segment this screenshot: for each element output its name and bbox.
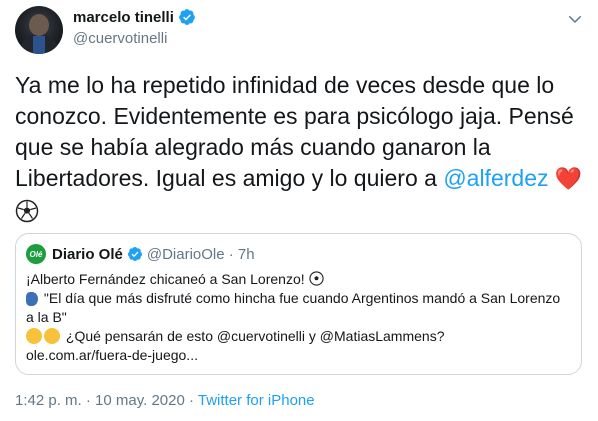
soccer-ball-icon — [308, 271, 324, 286]
author-name-row[interactable]: marcelo tinelli — [73, 8, 196, 26]
ole-logo: Olé — [26, 244, 46, 264]
quoted-line-3: ¿Qué pensarán de esto @cuervotinelli y @… — [26, 327, 571, 346]
quoted-line-1: ¡Alberto Fernández chicaneó a San Lorenz… — [26, 270, 571, 289]
author-display-name[interactable]: marcelo tinelli — [73, 9, 174, 26]
source-link[interactable]: Twitter for iPhone — [198, 392, 315, 409]
thinking-face-icon — [26, 328, 42, 344]
quoted-display-name[interactable]: Diario Olé — [52, 246, 123, 263]
tweet-card: marcelo tinelli @cuervotinelli Ya me lo … — [0, 0, 598, 421]
quoted-line-4[interactable]: ole.com.ar/fuera-de-juego... — [26, 346, 571, 365]
quoted-tweet[interactable]: Olé Diario Olé @DiarioOle · 7h ¡Alberto … — [15, 233, 582, 375]
tweet-meta: 1:42 p. m. · 10 may. 2020 · Twitter for … — [15, 392, 315, 409]
quoted-line-2: "El día que más disfruté como hincha fue… — [26, 290, 561, 325]
quoted-tweet-body: ¡Alberto Fernández chicaneó a San Lorenz… — [26, 270, 571, 365]
verified-badge-icon — [178, 9, 195, 25]
chevron-down-icon[interactable] — [566, 10, 584, 28]
avatar[interactable] — [15, 6, 63, 54]
verified-badge-icon — [127, 247, 142, 261]
soccer-ball-icon — [15, 199, 39, 223]
speaking-head-icon — [26, 292, 38, 306]
mention-link[interactable]: @alferdez — [443, 165, 548, 191]
heart-emoji: ❤️ — [554, 166, 583, 191]
grinning-sweat-face-icon — [44, 328, 60, 344]
quoted-tweet-header: Olé Diario Olé @DiarioOle · 7h — [26, 244, 255, 264]
tweet-text: Ya me lo ha repetido infinidad de veces … — [15, 70, 585, 225]
author-handle[interactable]: @cuervotinelli — [73, 30, 167, 47]
timestamp[interactable]: 1:42 p. m. · 10 may. 2020 · — [15, 392, 198, 409]
quoted-handle-time: @DiarioOle · 7h — [146, 245, 255, 263]
